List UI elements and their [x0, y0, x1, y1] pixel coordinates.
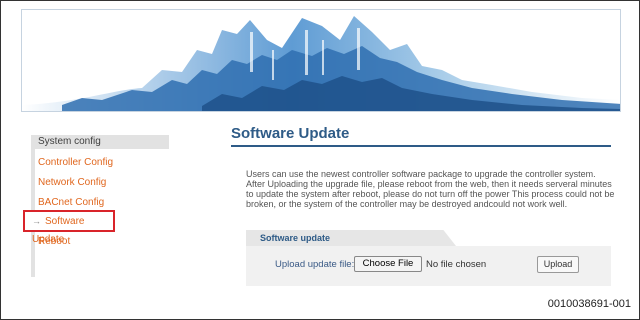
- sidebar-item-bacnet-config[interactable]: BACnet Config: [31, 195, 161, 211]
- update-description: Users can use the newest controller soft…: [246, 169, 615, 209]
- sidebar-item-software-update[interactable]: → Software Update: [23, 210, 115, 245]
- upload-button[interactable]: Upload: [537, 256, 579, 273]
- document-id: 0010038691-001: [547, 298, 631, 310]
- figure-frame: System config Controller Config Network …: [0, 0, 640, 320]
- page-title: Software Update: [231, 125, 611, 147]
- city-skyline-banner: [21, 9, 621, 112]
- sidebar-item-network-config[interactable]: Network Config: [31, 175, 161, 191]
- file-status-text: No file chosen: [426, 259, 487, 270]
- sidebar-item-reboot[interactable]: Reboot: [31, 234, 161, 250]
- panel-tab-software-update: Software update: [246, 230, 456, 246]
- active-arrow-icon: →: [32, 216, 41, 226]
- upload-file-label: Upload update file:: [275, 259, 355, 270]
- sidebar-item-controller-config[interactable]: Controller Config: [31, 155, 161, 171]
- choose-file-button[interactable]: Choose File: [354, 256, 422, 272]
- sidebar-header: System config: [31, 135, 169, 149]
